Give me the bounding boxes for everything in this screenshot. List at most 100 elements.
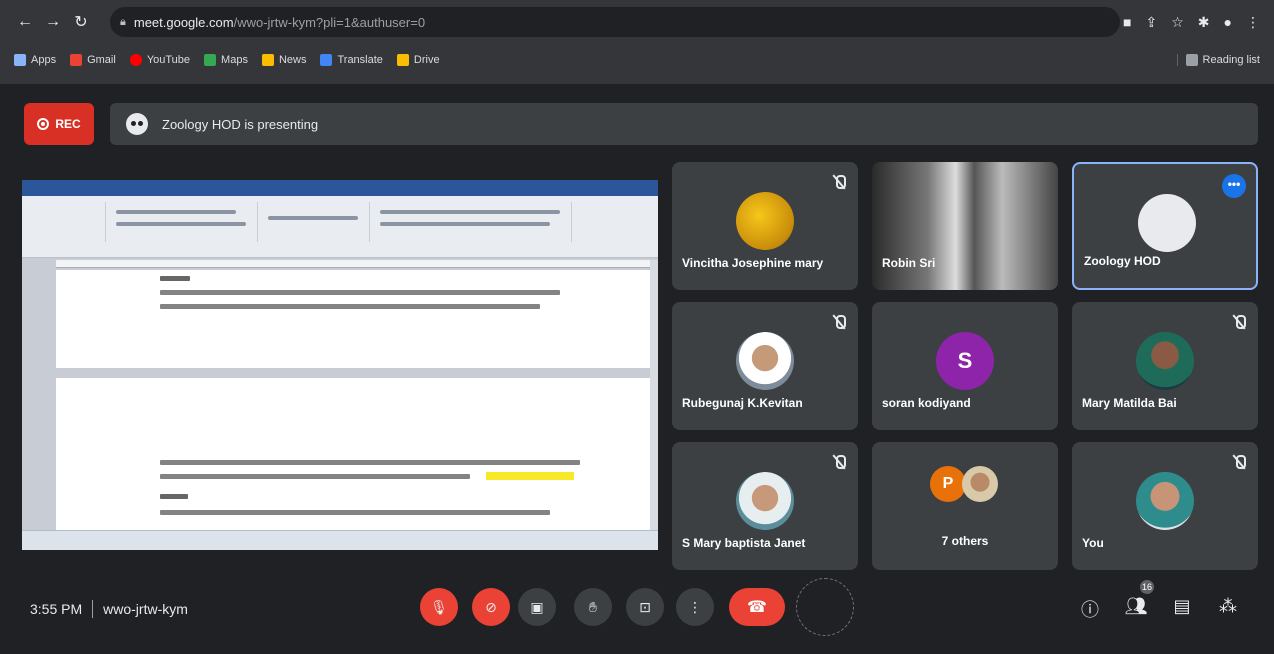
meeting-code[interactable]: wwo-jrtw-kym xyxy=(103,601,188,617)
participant-tile-video[interactable]: Robin Sri xyxy=(872,162,1058,290)
highlighted-text xyxy=(486,472,574,480)
share-icon[interactable]: ⇪ xyxy=(1146,14,1158,31)
captions-button[interactable]: ▣ xyxy=(518,588,556,626)
browser-toolbar: ← → ↻ 🔒︎ meet.google.com/wwo-jrtw-kym?pl… xyxy=(0,0,1274,44)
participant-tile-others[interactable]: P 7 others xyxy=(872,442,1058,570)
horizontal-ruler xyxy=(56,260,652,268)
participant-tile-active[interactable]: ••• Zoology HOD xyxy=(1072,162,1258,290)
hand-icon: ✋︎ xyxy=(589,598,597,615)
chat-icon[interactable]: ▤ xyxy=(1170,596,1194,617)
text-line xyxy=(160,474,470,479)
participant-tile[interactable]: Mary Matilda Bai xyxy=(1072,302,1258,430)
recording-badge[interactable]: REC xyxy=(24,103,94,145)
ribbon-group xyxy=(260,202,370,242)
url-host: meet.google.com xyxy=(133,14,234,30)
bookmark-gmail[interactable]: Gmail xyxy=(70,54,116,66)
present-button[interactable]: ⊡ xyxy=(626,588,664,626)
bookmark-maps[interactable]: Maps xyxy=(204,54,248,66)
news-icon xyxy=(261,54,274,66)
apps-icon xyxy=(14,54,26,66)
participant-tile[interactable]: S soran kodiyand xyxy=(872,302,1058,430)
presenting-text: Zoology HOD is presenting xyxy=(162,116,319,132)
raise-hand-button[interactable]: ✋︎ xyxy=(574,588,612,626)
url-path: /wwo-jrtw-kym?pli=1&authuser=0 xyxy=(233,14,426,30)
participant-tile[interactable]: Vincitha Josephine mary xyxy=(672,162,858,290)
avatar xyxy=(736,472,794,530)
presenter-avatar xyxy=(126,113,148,135)
participant-tile[interactable]: S Mary baptista Janet xyxy=(672,442,858,570)
gmail-icon xyxy=(70,54,83,66)
toolbar-actions: ■ ⇪ ☆ ✱ ● ⋮ xyxy=(1123,14,1260,31)
end-call-button[interactable]: ☎ xyxy=(729,588,785,626)
avatar-initial: S xyxy=(957,348,973,373)
more-options-button[interactable]: ⋮ xyxy=(676,588,714,626)
record-icon xyxy=(37,118,50,130)
forward-icon[interactable]: → xyxy=(42,13,64,31)
document-scrollbar[interactable] xyxy=(650,260,658,530)
ribbon-control xyxy=(116,222,246,226)
mic-off-icon xyxy=(832,174,846,190)
drive-icon xyxy=(396,54,409,66)
participant-name: Robin Sri xyxy=(882,256,936,270)
bookmark-label: Gmail xyxy=(87,54,116,66)
participant-name: soran kodiyand xyxy=(882,396,971,410)
reload-icon[interactable]: ↻ xyxy=(70,12,92,32)
participant-name: Vincitha Josephine mary xyxy=(682,256,824,270)
lock-icon: 🔒︎ xyxy=(120,15,126,28)
ribbon-group xyxy=(26,202,106,242)
reading-list-label: Reading list xyxy=(1202,54,1260,66)
captions-icon: ▣ xyxy=(530,598,544,615)
profile-icon[interactable]: ● xyxy=(1224,14,1232,30)
meeting-info: 3:55 PM wwo-jrtw-kym xyxy=(30,600,188,618)
participant-tile-self[interactable]: You xyxy=(1072,442,1258,570)
bookmark-apps[interactable]: Apps xyxy=(14,54,56,66)
avatar xyxy=(736,192,794,250)
participant-name: You xyxy=(1082,536,1104,550)
activities-icon[interactable]: ⁂ xyxy=(1216,596,1240,617)
bookmark-youtube[interactable]: YouTube xyxy=(129,54,190,66)
phone-hangup-icon: ☎ xyxy=(747,599,767,616)
text-line xyxy=(160,494,188,499)
camera-icon[interactable]: ■ xyxy=(1123,14,1131,30)
maps-icon xyxy=(204,54,217,66)
mic-toggle-button[interactable]: 🎙︎ xyxy=(420,588,458,626)
back-icon[interactable]: ← xyxy=(14,13,36,31)
ribbon-control xyxy=(268,216,358,220)
loading-ring xyxy=(796,578,854,636)
bookmark-translate[interactable]: Translate xyxy=(320,54,383,66)
people-icon[interactable]: 👥︎ xyxy=(1124,596,1148,617)
mic-off-icon xyxy=(1232,454,1246,470)
menu-icon[interactable]: ⋮ xyxy=(1246,14,1260,31)
presentation-screen[interactable] xyxy=(22,180,658,550)
bookmark-news[interactable]: News xyxy=(261,54,306,66)
avatar xyxy=(1136,332,1194,390)
bookmark-drive[interactable]: Drive xyxy=(396,54,440,66)
mic-off-icon xyxy=(832,314,846,330)
document-page xyxy=(56,378,650,530)
rec-label: REC xyxy=(55,117,81,131)
more-vert-icon: ⋮ xyxy=(688,598,702,615)
participant-tile[interactable]: Rubegunaj K.Kevitan xyxy=(672,302,858,430)
extensions-icon[interactable]: ✱ xyxy=(1198,14,1210,31)
more-options-icon[interactable]: ••• xyxy=(1222,174,1246,198)
mic-off-icon: 🎙︎ xyxy=(430,598,448,615)
address-bar[interactable]: 🔒︎ meet.google.com/wwo-jrtw-kym?pli=1&au… xyxy=(110,7,1120,37)
translate-icon xyxy=(320,54,333,66)
bookmark-label: Maps xyxy=(221,54,248,66)
mic-off-icon xyxy=(832,454,846,470)
meeting-details-icon[interactable]: ⓘ xyxy=(1078,596,1102,622)
url-text: meet.google.com/wwo-jrtw-kym?pli=1&authu… xyxy=(134,15,425,30)
word-ribbon xyxy=(22,180,658,258)
reading-list[interactable]: Reading list xyxy=(1176,54,1260,66)
participant-name: Mary Matilda Bai xyxy=(1082,396,1177,410)
star-icon[interactable]: ☆ xyxy=(1171,14,1184,31)
ribbon-tabs xyxy=(22,180,658,196)
youtube-icon xyxy=(129,54,142,66)
mic-off-icon xyxy=(1232,314,1246,330)
vertical-ruler xyxy=(22,260,56,530)
text-line xyxy=(160,460,580,465)
camera-toggle-button[interactable]: ⊘ xyxy=(472,588,510,626)
bookmark-label: Apps xyxy=(31,54,57,66)
participant-name: S Mary baptista Janet xyxy=(682,536,806,550)
avatar xyxy=(1138,194,1196,252)
